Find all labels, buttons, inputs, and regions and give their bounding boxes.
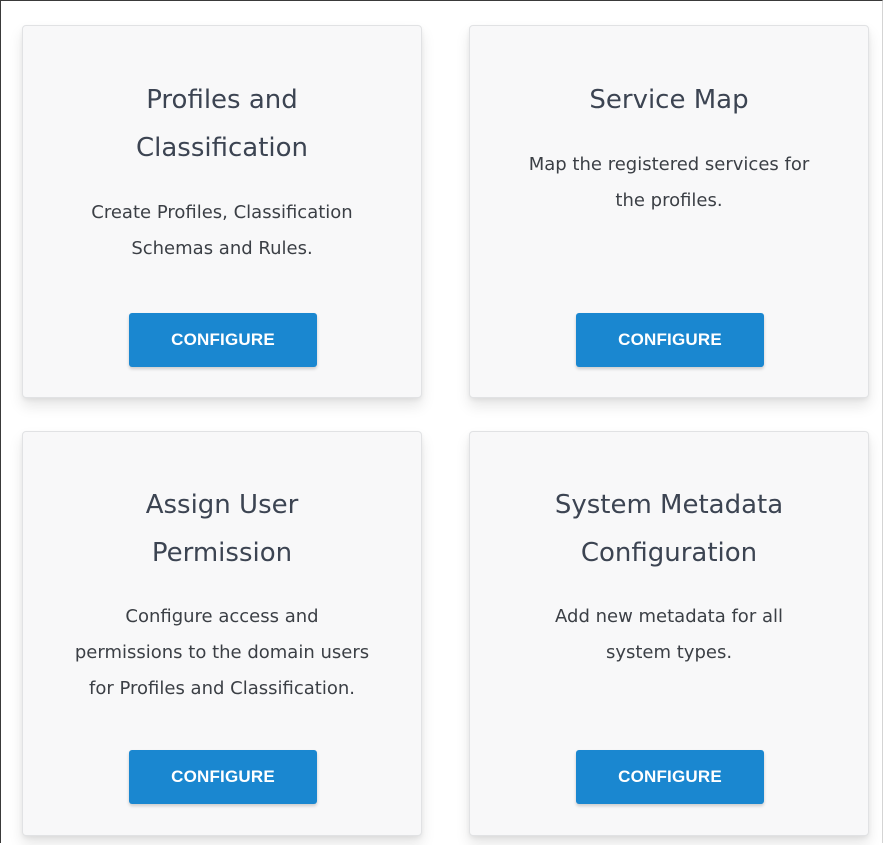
card-description: Configure access and permissions to the … xyxy=(74,606,370,699)
configure-button[interactable]: CONFIGURE xyxy=(129,750,317,804)
card-title: Assign User Permission xyxy=(145,490,299,568)
card-title: Service Map xyxy=(589,85,749,115)
card-system-metadata-configuration: System Metadata Configuration Add new me… xyxy=(469,431,869,836)
card-description: Add new metadata for all system types. xyxy=(555,606,783,663)
card-title: Profiles and Classification xyxy=(135,85,309,163)
card-description: Map the registered services for the prof… xyxy=(528,154,810,211)
configure-button[interactable]: CONFIGURE xyxy=(129,313,317,367)
card-profiles-classification: Profiles and Classification Create Profi… xyxy=(22,25,422,398)
configure-button[interactable]: CONFIGURE xyxy=(576,750,764,804)
configure-button[interactable]: CONFIGURE xyxy=(576,313,764,367)
card-assign-user-permission: Assign User Permission Configure access … xyxy=(22,431,422,836)
card-service-map: Service Map Map the registered services … xyxy=(469,25,869,398)
card-title: System Metadata Configuration xyxy=(554,490,784,568)
card-description: Create Profiles, Classification Schemas … xyxy=(91,202,353,259)
